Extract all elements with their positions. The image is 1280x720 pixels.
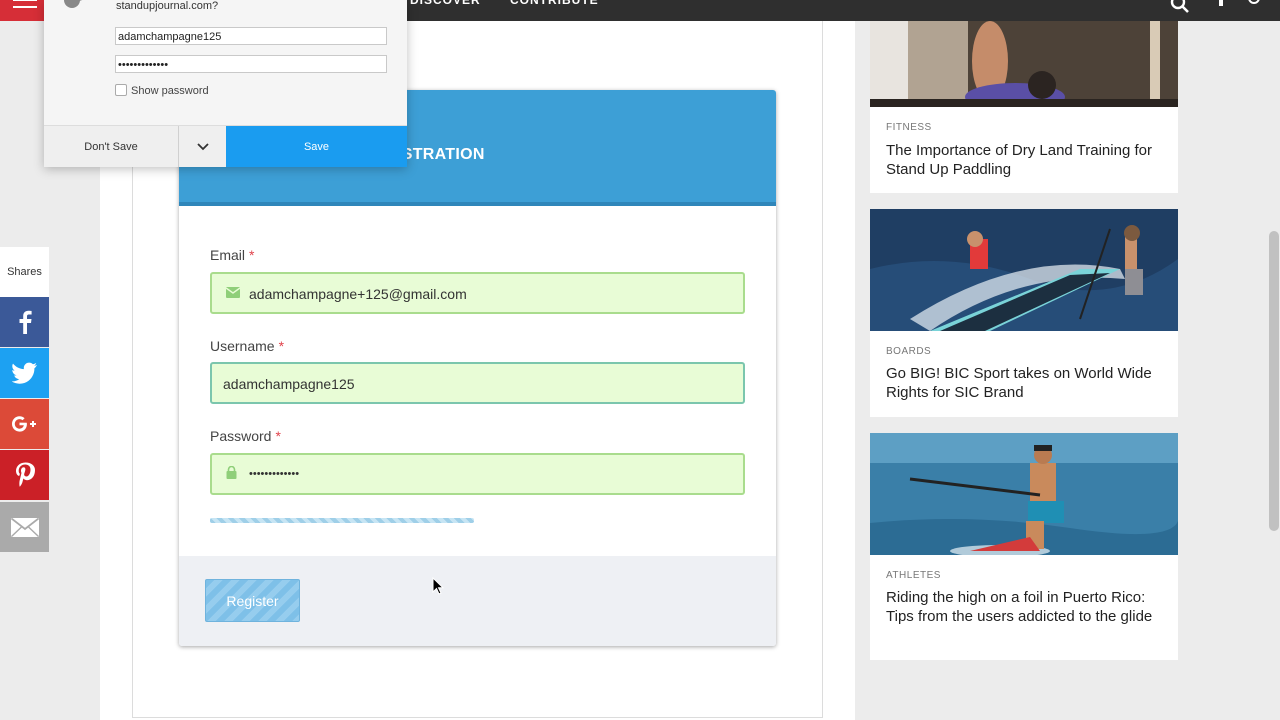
email-label-text: Email	[210, 247, 246, 263]
google-plus-share-button[interactable]	[0, 399, 49, 449]
popup-username-input[interactable]: adamchampagne125	[115, 27, 387, 45]
more-options-button[interactable]	[179, 126, 226, 167]
article-image[interactable]	[870, 433, 1178, 555]
email-share-button[interactable]	[0, 502, 49, 552]
article-title[interactable]: Go BIG! BIC Sport takes on World Wide Ri…	[886, 364, 1171, 402]
key-icon	[62, 0, 98, 14]
user-icon[interactable]	[1216, 0, 1226, 13]
username-field[interactable]: adamchampagne125	[210, 362, 745, 404]
twitter-share-button[interactable]	[0, 348, 49, 398]
article-image[interactable]	[870, 209, 1178, 331]
email-field[interactable]: adamchampagne+125@gmail.com	[210, 272, 745, 314]
password-strength-meter	[210, 518, 474, 523]
article-card[interactable]: BOARDS Go BIG! BIC Sport takes on World …	[870, 209, 1178, 417]
page-scrollbar[interactable]	[1269, 231, 1279, 531]
registration-card-footer: Register	[179, 551, 776, 646]
article-title[interactable]: The Importance of Dry Land Training for …	[886, 141, 1171, 179]
password-field[interactable]: •••••••••••••	[210, 453, 745, 495]
article-category: FITNESS	[886, 122, 932, 133]
envelope-icon	[225, 285, 241, 301]
mouse-cursor-icon	[432, 576, 445, 600]
pinterest-icon	[15, 462, 35, 488]
show-password-toggle[interactable]: Show password	[115, 84, 209, 97]
facebook-icon	[18, 310, 32, 334]
save-password-button[interactable]: Save	[226, 126, 407, 167]
pinterest-share-button[interactable]	[0, 450, 49, 500]
username-label-text: Username	[210, 338, 275, 354]
google-plus-icon	[11, 415, 39, 433]
save-password-popup: standupjournal.com? adamchampagne125 •••…	[44, 0, 407, 167]
article-category: ATHLETES	[886, 570, 941, 581]
password-value: •••••••••••••	[249, 468, 300, 480]
shares-label: Shares	[0, 247, 49, 297]
facebook-share-button[interactable]	[0, 297, 49, 347]
registration-title: ISTRATION	[397, 146, 485, 163]
required-marker: *	[278, 338, 285, 354]
username-value: adamchampagne125	[223, 376, 355, 392]
popup-actions: Don't Save Save	[44, 125, 407, 167]
menu-bar-line	[13, 6, 37, 8]
chevron-down-icon	[196, 139, 209, 154]
popup-password-input[interactable]: •••••••••••••	[115, 55, 387, 73]
password-label-text: Password	[210, 428, 272, 444]
registration-card: ISTRATION Email * adamchampagne+125@gmail…	[179, 90, 776, 646]
article-card[interactable]: FITNESS The Importance of Dry Land Train…	[870, 21, 1178, 193]
hamburger-menu-button[interactable]	[0, 0, 49, 21]
required-marker: *	[275, 428, 281, 444]
show-password-checkbox[interactable]	[115, 84, 127, 96]
username-label: Username *	[210, 338, 284, 354]
article-card[interactable]: ATHLETES Riding the high on a foil in Pu…	[870, 433, 1178, 660]
article-category: BOARDS	[886, 346, 932, 357]
email-label: Email *	[210, 247, 254, 263]
required-marker: *	[249, 247, 255, 263]
search-icon[interactable]	[1170, 0, 1190, 19]
register-button[interactable]: Register	[205, 579, 300, 622]
nav-link-discover[interactable]: DISCOVER	[410, 0, 481, 21]
settings-icon[interactable]	[1246, 0, 1262, 13]
envelope-icon	[10, 517, 39, 537]
nav-link-contribute[interactable]: CONTRIBUTE	[510, 0, 599, 21]
lock-icon	[226, 465, 237, 482]
menu-bar-line	[13, 0, 37, 1]
zigzag-divider	[179, 551, 776, 557]
save-password-question: standupjournal.com?	[116, 0, 219, 12]
article-image[interactable]	[870, 21, 1178, 107]
email-value: adamchampagne+125@gmail.com	[249, 286, 467, 302]
dont-save-button[interactable]: Don't Save	[44, 126, 179, 167]
password-label: Password *	[210, 428, 281, 444]
show-password-label: Show password	[131, 85, 209, 97]
twitter-icon	[11, 362, 38, 384]
article-title[interactable]: Riding the high on a foil in Puerto Rico…	[886, 588, 1171, 626]
